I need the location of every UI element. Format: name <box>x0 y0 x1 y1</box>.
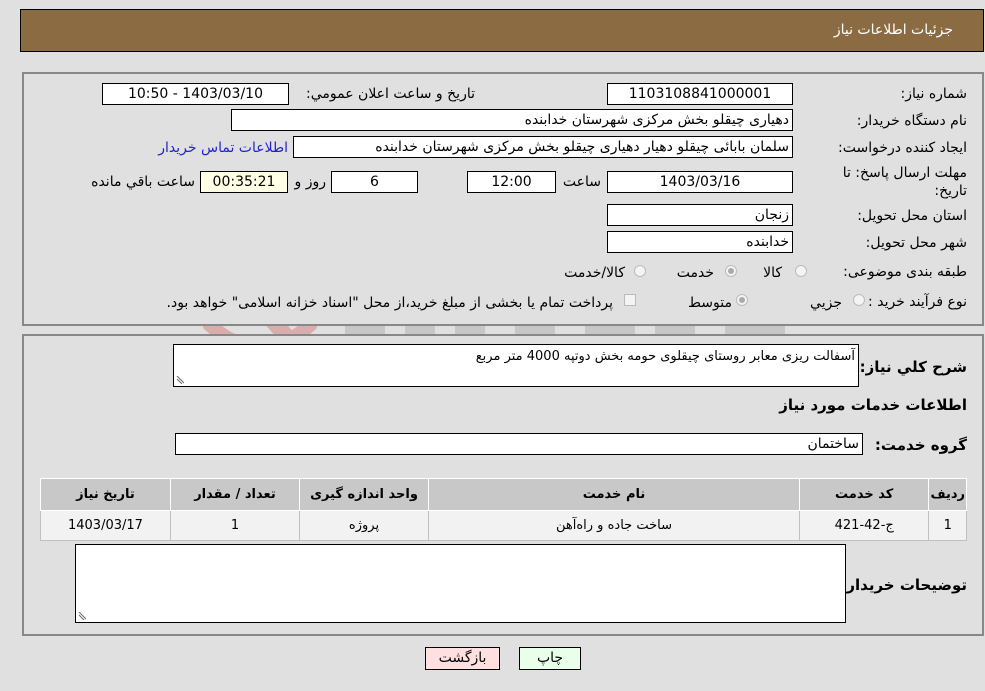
deadline-time-label: ساعت <box>562 174 601 190</box>
page-header: جزئیات اطلاعات نیاز <box>20 9 984 52</box>
services-section-title: اطلاعات خدمات مورد نياز <box>779 396 967 414</box>
table-row: 1 ج-42-421 ساخت جاده و راه‌آهن پروژه 1 1… <box>40 510 967 541</box>
cell-service-code: ج-42-421 <box>798 510 930 541</box>
resize-handle-icon[interactable] <box>176 376 184 384</box>
purchase-type-label: نوع فرآیند خرید : <box>868 294 967 310</box>
city-label: شهر محل تحویل: <box>865 235 967 251</box>
days-label: روز و <box>294 174 327 190</box>
service-group-field: ساختمان <box>175 433 863 455</box>
purchase-radio-medium[interactable] <box>736 294 748 306</box>
cell-need-date: 1403/03/17 <box>40 510 171 541</box>
announce-datetime-field: 1403/03/10 - 10:50 <box>102 83 289 105</box>
treasury-checkbox[interactable] <box>624 294 636 306</box>
need-number-field: 1103108841000001 <box>607 83 793 105</box>
col-service-code: کد خدمت <box>798 478 930 511</box>
category-option-goods: کالا <box>763 265 782 281</box>
category-label: طبقه بندی موضوعی: <box>843 264 967 280</box>
province-field: زنجان <box>607 204 793 226</box>
treasury-note: پرداخت تمام یا بخشی از مبلغ خرید،از محل … <box>166 295 613 311</box>
cell-quantity: 1 <box>169 510 300 541</box>
days-remaining-field: 6 <box>331 171 418 193</box>
resize-handle-icon[interactable] <box>78 612 86 620</box>
cell-unit: پروژه <box>298 510 430 541</box>
table-header-row: رديف کد خدمت نام خدمت واحد اندازه گيری ت… <box>40 478 967 511</box>
category-radio-goods-service[interactable] <box>634 265 646 277</box>
deadline-label-2: تاریخ: <box>934 183 967 199</box>
time-remaining-label: ساعت باقي مانده <box>91 174 195 190</box>
province-label: استان محل تحویل: <box>857 208 967 224</box>
category-radio-service[interactable] <box>725 265 737 277</box>
buyer-org-field: دهیاری چیقلو بخش مرکزی شهرستان خدابنده <box>231 109 793 131</box>
col-unit: واحد اندازه گيری <box>298 478 430 511</box>
requester-label: ایجاد کننده درخواست: <box>838 140 967 156</box>
description-label: شرح کلي نياز: <box>859 358 967 376</box>
need-number-label: شماره نیاز: <box>900 86 968 102</box>
description-text: آسفالت ریزی معابر روستای چیقلوی حومه بخش… <box>475 349 855 364</box>
category-option-goods-service: کالا/خدمت <box>564 265 625 281</box>
city-field: خدابنده <box>607 231 793 253</box>
services-table: رديف کد خدمت نام خدمت واحد اندازه گيری ت… <box>40 478 967 541</box>
purchase-option-minor: جزيي <box>810 295 842 311</box>
page-title: جزئیات اطلاعات نیاز <box>833 22 953 38</box>
category-radio-goods[interactable] <box>795 265 807 277</box>
buyer-notes-label: توضيحات خريدار: <box>840 576 967 594</box>
col-need-date: تاريخ نياز <box>40 478 171 511</box>
col-service-name: نام خدمت <box>428 478 800 511</box>
buyer-notes-textarea[interactable] <box>75 544 846 623</box>
cell-row-number: 1 <box>928 510 967 541</box>
purchase-radio-minor[interactable] <box>853 294 865 306</box>
cell-service-name: ساخت جاده و راه‌آهن <box>428 510 800 541</box>
time-remaining-field: 00:35:21 <box>200 171 288 193</box>
service-group-label: گروه خدمت: <box>874 436 967 454</box>
deadline-date-field: 1403/03/16 <box>607 171 793 193</box>
deadline-time-field: 12:00 <box>467 171 556 193</box>
col-row-number: رديف <box>928 478 967 511</box>
back-button[interactable]: بازگشت <box>425 647 500 670</box>
purchase-option-medium: متوسط <box>688 295 732 311</box>
announce-datetime-label: تاریخ و ساعت اعلان عمومي: <box>306 86 475 102</box>
buyer-org-label: نام دستگاه خريدار: <box>856 113 967 129</box>
print-button[interactable]: چاپ <box>519 647 581 670</box>
buyer-contact-link[interactable]: اطلاعات تماس خریدار <box>158 140 288 156</box>
deadline-label-1: مهلت ارسال پاسخ: تا <box>842 165 967 181</box>
requester-field: سلمان بابائی چیقلو دهیار دهیاری چیقلو بخ… <box>293 136 793 158</box>
description-textarea[interactable]: آسفالت ریزی معابر روستای چیقلوی حومه بخش… <box>173 344 859 387</box>
category-option-service: خدمت <box>676 265 714 281</box>
col-quantity: تعداد / مقدار <box>169 478 300 511</box>
